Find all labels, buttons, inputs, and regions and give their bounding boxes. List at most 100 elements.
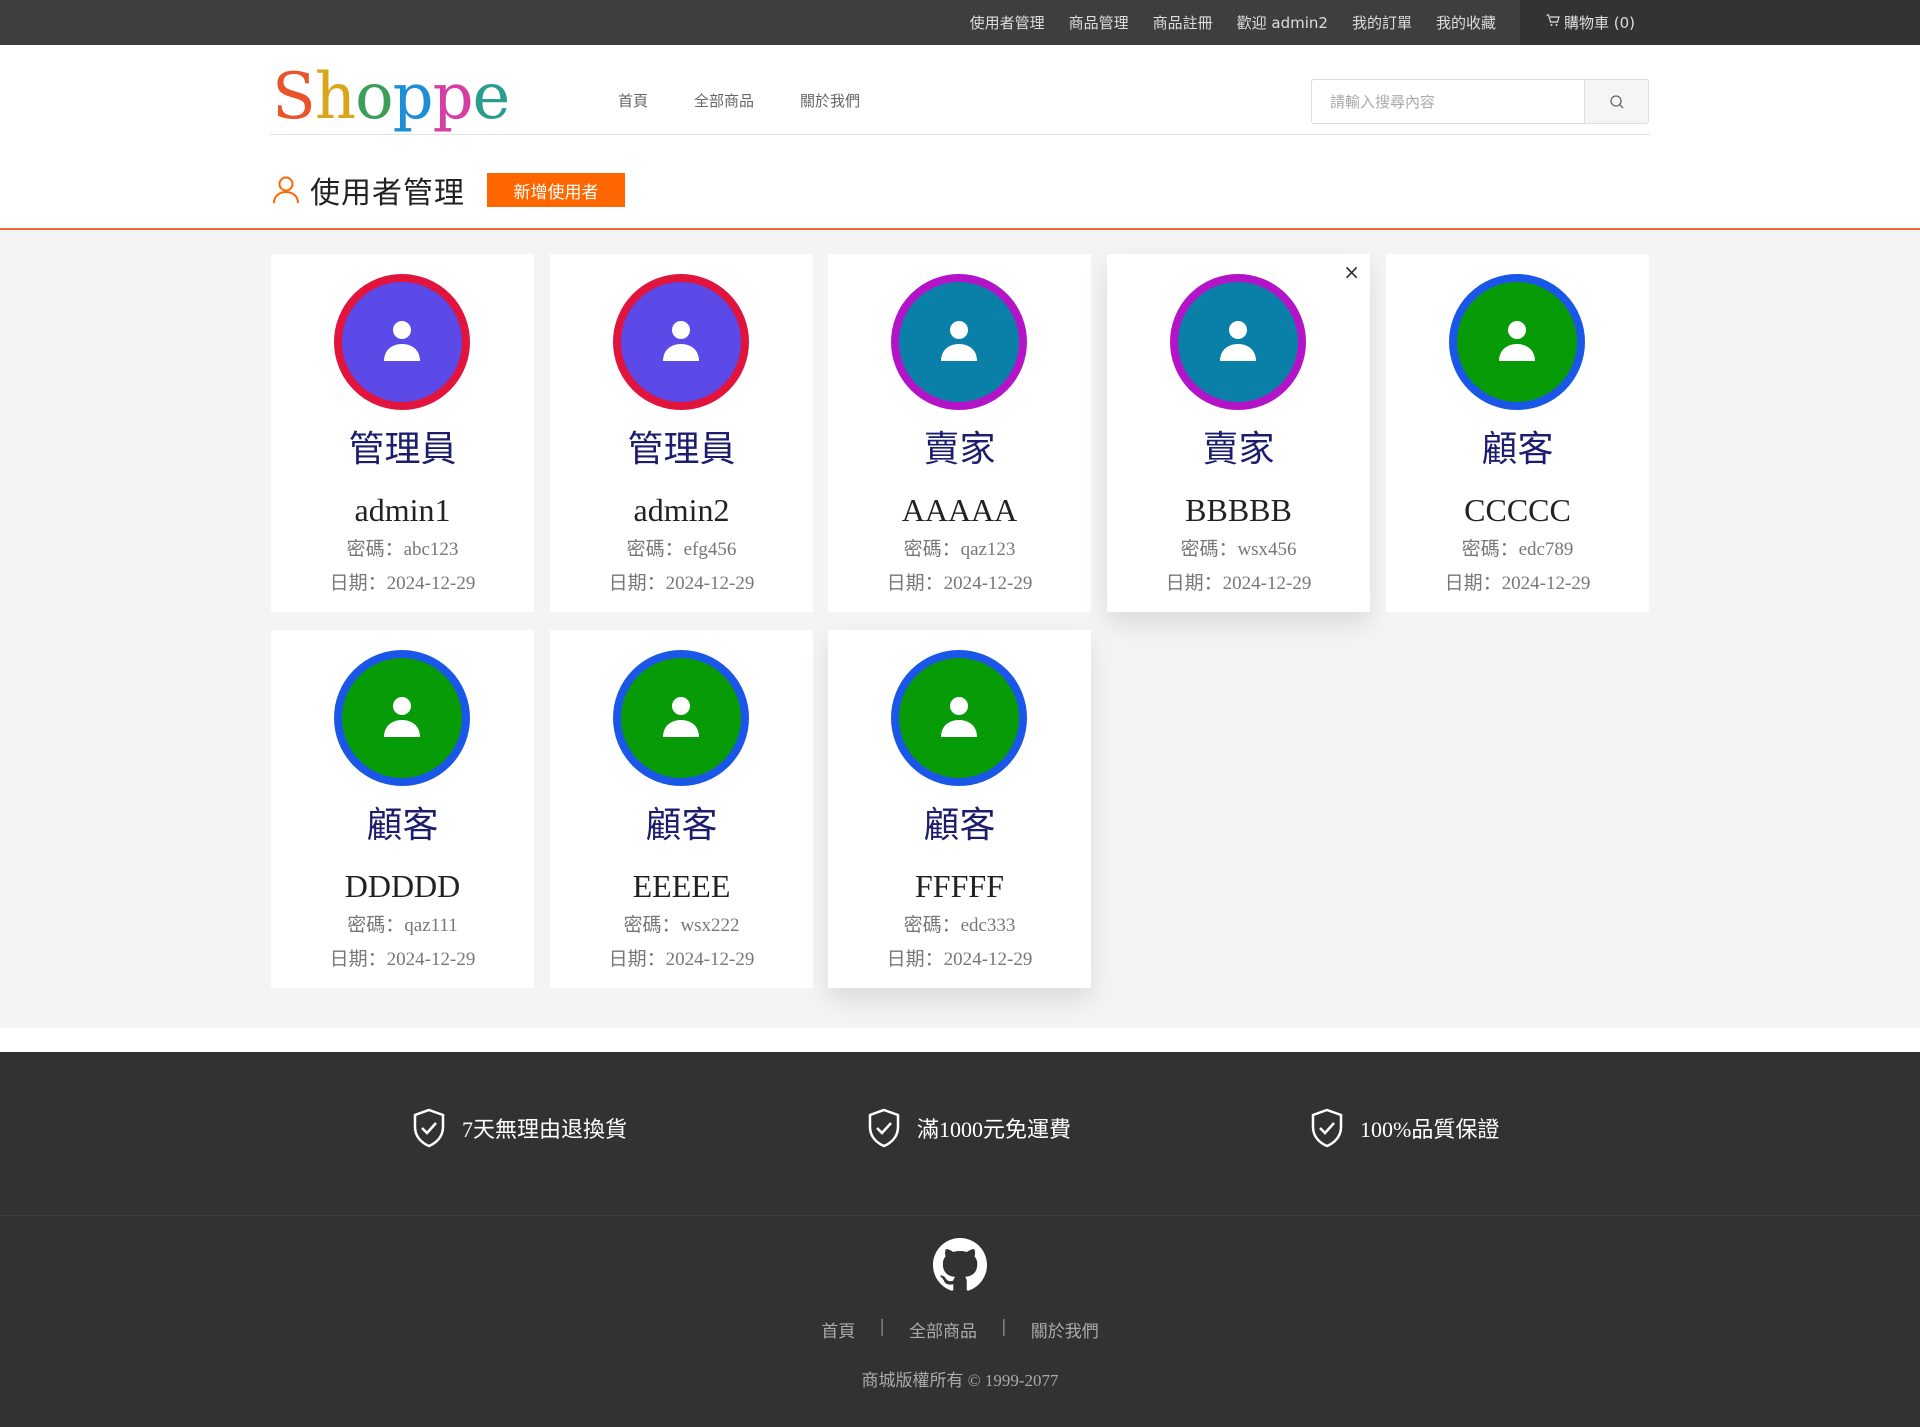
- user-password: 密碼：abc123: [346, 539, 459, 560]
- close-icon[interactable]: ×: [1343, 260, 1360, 284]
- user-card[interactable]: 顧客 CCCCC 密碼：edc789 日期：2024-12-29: [1386, 254, 1649, 612]
- user-name: BBBBB: [1185, 492, 1292, 528]
- user-card[interactable]: 顧客 FFFFF 密碼：edc333 日期：2024-12-29: [828, 630, 1091, 988]
- user-icon: [273, 176, 299, 204]
- main-nav: 首頁 全部商品 關於我們: [618, 90, 906, 111]
- footer-nav: 首頁 | 全部商品 | 關於我們: [0, 1317, 1920, 1342]
- user-role: 顧客: [366, 805, 439, 846]
- shoppe-logo[interactable]: Shoppe: [272, 58, 511, 136]
- avatar: [334, 650, 470, 786]
- user-card[interactable]: 管理員 admin2 密碼：efg456 日期：2024-12-29: [550, 254, 813, 612]
- top-bar: 使用者管理 商品管理 商品註冊 歡迎 admin2 我的訂單 我的收藏 購物車 …: [0, 0, 1920, 45]
- user-name: EEEEE: [632, 868, 731, 904]
- footer-nav-all-products[interactable]: 全部商品: [909, 1317, 977, 1342]
- avatar: [891, 274, 1027, 410]
- user-password: 密碼：wsx222: [623, 915, 740, 936]
- search-box: [1311, 79, 1649, 124]
- user-password: 密碼：edc789: [1461, 539, 1574, 560]
- user-password: 密碼：efg456: [626, 539, 737, 560]
- user-card[interactable]: 顧客 EEEEE 密碼：wsx222 日期：2024-12-29: [550, 630, 813, 988]
- avatar: [613, 650, 749, 786]
- cart-icon: [1546, 14, 1560, 31]
- page-heading: 使用者管理: [272, 168, 465, 212]
- logo-letter: e: [472, 60, 511, 134]
- search-button[interactable]: [1584, 80, 1648, 123]
- user-card[interactable]: 顧客 DDDDD 密碼：qaz111 日期：2024-12-29: [271, 630, 534, 988]
- github-icon: [933, 1238, 987, 1291]
- user-avatar-icon: [1215, 317, 1261, 368]
- avatar: [1449, 274, 1585, 410]
- topnav-product-management[interactable]: 商品管理: [1069, 12, 1129, 33]
- user-date: 日期：2024-12-29: [608, 949, 755, 970]
- promo-returns: 7天無理由退換貨: [412, 1108, 627, 1148]
- footer-nav-about-us[interactable]: 關於我們: [1031, 1317, 1099, 1342]
- user-name: AAAAA: [901, 492, 1018, 528]
- github-link[interactable]: [933, 1238, 987, 1297]
- user-role: 管理員: [348, 429, 457, 470]
- user-date: 日期：2024-12-29: [1165, 573, 1312, 594]
- user-name: DDDDD: [344, 868, 461, 904]
- cart-label: 購物車 (0): [1564, 14, 1636, 32]
- promo-quality-label: 100%品質保證: [1360, 1117, 1500, 1142]
- logo-letter: h: [314, 60, 356, 134]
- nav-all-products[interactable]: 全部商品: [694, 90, 754, 111]
- user-card[interactable]: 賣家 BBBBB 密碼：wsx456 日期：2024-12-29 ×: [1107, 254, 1370, 612]
- user-avatar-icon: [379, 317, 425, 368]
- shield-check-icon: [1311, 1108, 1343, 1148]
- header-divider: [270, 134, 1650, 135]
- user-avatar-icon: [936, 317, 982, 368]
- user-role: 顧客: [1481, 429, 1554, 470]
- promo-quality: 100%品質保證: [1310, 1108, 1499, 1148]
- logo-letter: S: [272, 60, 316, 134]
- user-card[interactable]: 賣家 AAAAA 密碼：qaz123 日期：2024-12-29: [828, 254, 1091, 612]
- copyright: 商城版權所有 © 1999-2077: [861, 1371, 1059, 1390]
- user-role: 顧客: [923, 805, 996, 846]
- topnav-user-management[interactable]: 使用者管理: [970, 12, 1045, 33]
- user-password: 密碼：wsx456: [1180, 539, 1297, 560]
- logo-letter: p: [432, 60, 474, 134]
- footer-nav-separator: |: [1001, 1317, 1007, 1337]
- topnav-my-favorites[interactable]: 我的收藏: [1436, 12, 1496, 33]
- footer-nav-home[interactable]: 首頁: [821, 1317, 855, 1342]
- topnav-my-orders[interactable]: 我的訂單: [1352, 12, 1412, 33]
- user-date: 日期：2024-12-29: [886, 949, 1033, 970]
- page-title: 使用者管理: [310, 176, 465, 211]
- user-avatar-icon: [658, 317, 704, 368]
- avatar: [891, 650, 1027, 786]
- user-avatar-icon: [379, 693, 425, 744]
- user-avatar-icon: [936, 693, 982, 744]
- footer-divider: [0, 1215, 1920, 1216]
- user-password: 密碼：qaz123: [903, 539, 1016, 560]
- user-avatar-icon: [658, 693, 704, 744]
- logo-letter: o: [355, 60, 394, 134]
- nav-home[interactable]: 首頁: [618, 90, 648, 111]
- user-role: 顧客: [645, 805, 718, 846]
- user-date: 日期：2024-12-29: [886, 573, 1033, 594]
- user-grid: 管理員 admin1 密碼：abc123 日期：2024-12-29 管理員 admin2…: [0, 230, 1920, 1028]
- user-name: admin2: [633, 492, 730, 528]
- top-nav: 使用者管理 商品管理 商品註冊 歡迎 admin2 我的訂單 我的收藏 購物車 …: [970, 0, 1920, 45]
- shield-check-icon: [868, 1108, 900, 1148]
- cart-button[interactable]: 購物車 (0): [1520, 0, 1920, 45]
- user-role: 管理員: [627, 429, 736, 470]
- promo-returns-label: 7天無理由退換貨: [462, 1117, 628, 1142]
- topnav-product-register[interactable]: 商品註冊: [1153, 12, 1213, 33]
- search-input[interactable]: [1312, 80, 1584, 123]
- user-role: 賣家: [1202, 429, 1275, 470]
- logo-letter: p: [392, 60, 434, 134]
- user-role: 賣家: [923, 429, 996, 470]
- promo-free-shipping-label: 滿1000元免運費: [917, 1117, 1072, 1142]
- add-user-button[interactable]: 新增使用者: [487, 173, 625, 207]
- user-name: FFFFF: [915, 868, 1004, 904]
- user-date: 日期：2024-12-29: [329, 949, 476, 970]
- nav-about-us[interactable]: 關於我們: [800, 90, 860, 111]
- topnav-welcome-user[interactable]: 歡迎 admin2: [1237, 12, 1328, 33]
- avatar: [613, 274, 749, 410]
- user-date: 日期：2024-12-29: [329, 573, 476, 594]
- user-date: 日期：2024-12-29: [1444, 573, 1591, 594]
- user-date: 日期：2024-12-29: [608, 573, 755, 594]
- user-password: 密碼：qaz111: [347, 915, 458, 936]
- shield-check-icon: [413, 1108, 445, 1148]
- avatar: [334, 274, 470, 410]
- user-card[interactable]: 管理員 admin1 密碼：abc123 日期：2024-12-29: [271, 254, 534, 612]
